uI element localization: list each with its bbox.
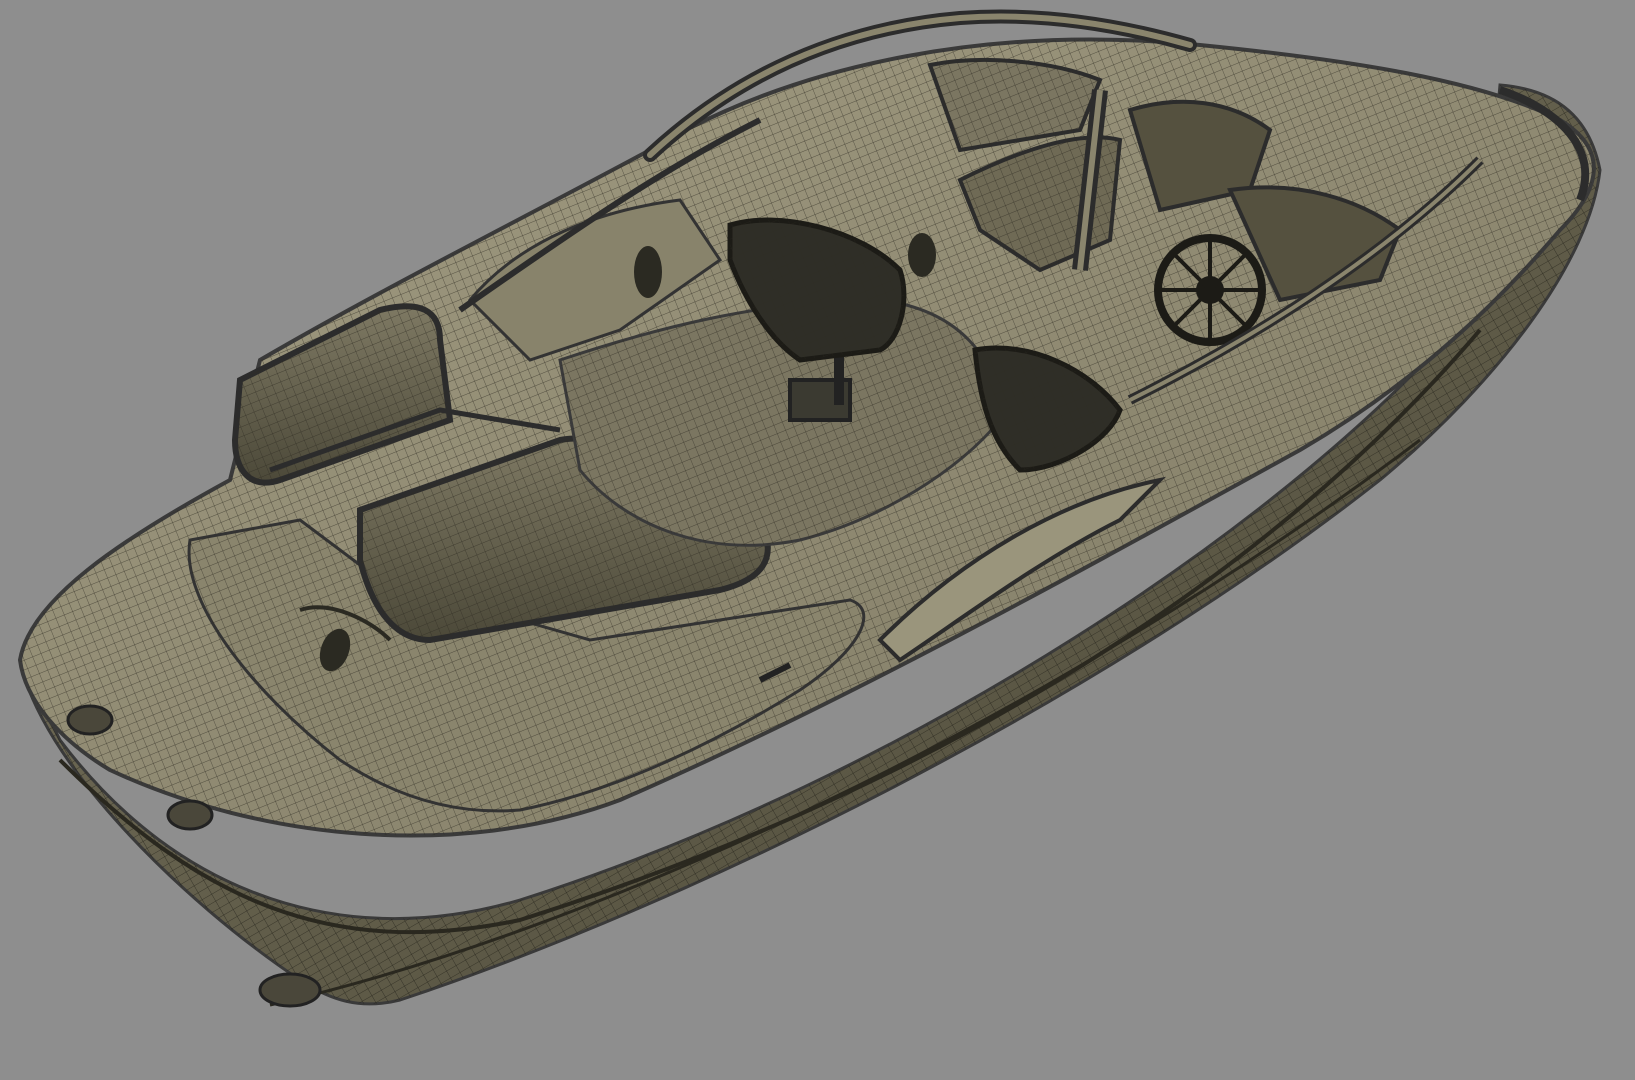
speaker-icon-2 bbox=[908, 233, 936, 277]
wheel-spokes bbox=[1160, 240, 1260, 340]
cleat-icon-2 bbox=[166, 799, 214, 831]
boat-mesh-render bbox=[17, 9, 1602, 1008]
tow-eye-icon bbox=[258, 972, 322, 1008]
speaker-icon bbox=[634, 246, 662, 298]
3d-viewport[interactable] bbox=[0, 0, 1635, 1080]
cleat-icon bbox=[66, 704, 114, 736]
pedestal-post bbox=[834, 355, 844, 405]
